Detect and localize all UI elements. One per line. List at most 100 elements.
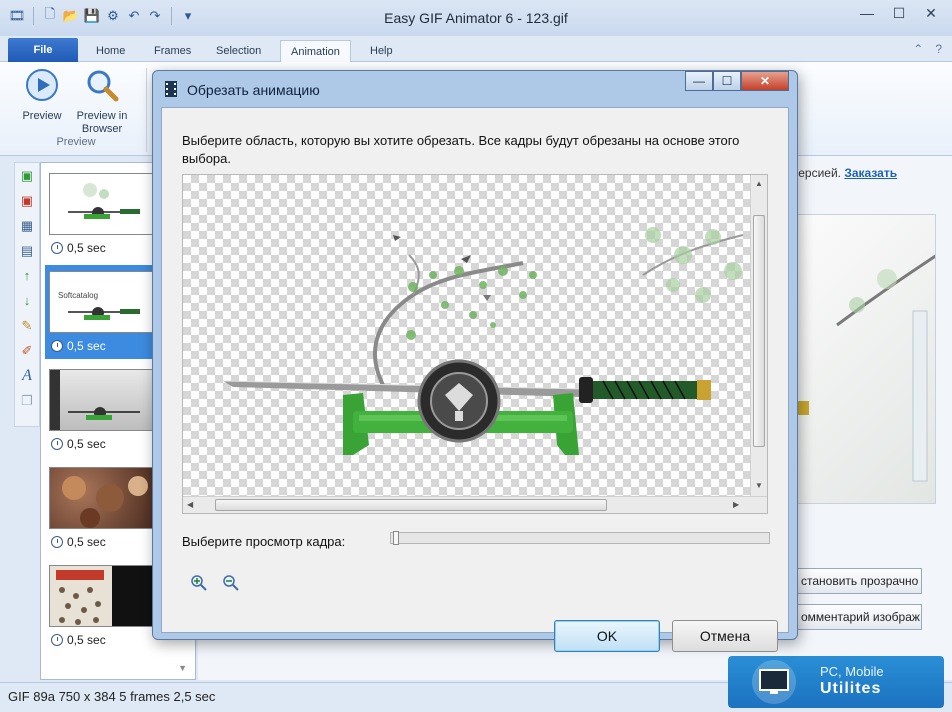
frame-duration-text: 0,5 sec	[67, 241, 106, 255]
watermark-line-1: PC, Mobile	[820, 664, 884, 679]
dialog-window-controls: — ☐ ✕	[685, 71, 789, 91]
title-bar: 🎞 🗋 📂 💾 ⚙ ↶ ↷ ▾ Easy GIF Animator 6 - 12…	[0, 0, 952, 36]
maximize-button[interactable]: ☐	[884, 2, 914, 24]
frame-duration[interactable]: 0,5 sec	[51, 633, 106, 647]
frame-tools-bar: ▣ ▣ ▦ ▤ ↑ ↓ ✎ ✐ A ❐	[14, 162, 40, 427]
frame-thumbnail	[49, 173, 155, 235]
move-up-icon[interactable]: ↑	[15, 263, 39, 288]
frame-duration[interactable]: 0,5 sec	[51, 339, 106, 353]
preview-button[interactable]: Preview	[12, 68, 72, 123]
frame-slider-knob[interactable]	[393, 531, 399, 545]
preview-label: Preview	[22, 110, 62, 122]
play-icon	[26, 69, 58, 101]
duplicate-frame-icon[interactable]: ▤	[15, 238, 39, 263]
edit-frame-icon[interactable]: ✎	[15, 313, 39, 338]
katana-thumbnail-image: Softcatalog	[58, 291, 140, 320]
app-title: Easy GIF Animator 6 - 123.gif	[384, 10, 568, 26]
registration-notice: версией. Заказать	[792, 166, 897, 180]
frame-duration[interactable]: 0,5 sec	[51, 437, 106, 451]
watermark-line-2: Utilites	[820, 680, 882, 697]
animation-preview-image	[796, 214, 936, 504]
zoom-out-icon[interactable]	[222, 574, 240, 592]
canvas-horizontal-scrollbar[interactable]: ◀ ▶	[183, 496, 767, 513]
horizontal-scroll-thumb[interactable]	[215, 499, 607, 511]
insert-frame-icon[interactable]: ▣	[15, 163, 39, 188]
tab-home[interactable]: Home	[86, 40, 135, 62]
scroll-down-arrow-icon[interactable]: ▼	[755, 481, 763, 490]
tab-animation[interactable]: Animation	[280, 40, 351, 62]
layers-icon[interactable]: ❐	[15, 388, 39, 413]
ribbon-help-area: ⌃ ?	[913, 42, 942, 56]
frame-preview-label: Выберите просмотр кадра:	[182, 534, 346, 549]
registration-text: версией.	[792, 166, 842, 180]
frame-item[interactable]: 0,5 sec	[45, 461, 155, 555]
dialog-title-bar: Обрезать анимацию — ☐ ✕	[153, 71, 797, 107]
ribbon-group-label: Preview	[56, 136, 96, 148]
crop-canvas[interactable]: ▲ ▼ ◀ ▶	[182, 174, 768, 514]
frame-thumbnail	[49, 369, 155, 431]
frame-item[interactable]: 0,5 sec	[45, 167, 155, 261]
frame-duration[interactable]: 0,5 sec	[51, 535, 106, 549]
set-transparency-button[interactable]: становить прозрачно	[792, 568, 922, 594]
help-icon[interactable]: ?	[935, 42, 942, 56]
tab-help[interactable]: Help	[360, 40, 403, 62]
delete-frame-icon[interactable]: ▣	[15, 188, 39, 213]
dialog-maximize-button[interactable]: ☐	[713, 71, 741, 91]
frame-preview-slider[interactable]	[390, 531, 770, 545]
frame-duration-text: 0,5 sec	[67, 535, 106, 549]
brush-icon[interactable]: ✐	[15, 338, 39, 363]
dialog-description: Выберите область, которую вы хотите обре…	[182, 133, 740, 166]
film-strip-icon	[165, 81, 177, 97]
dialog-minimize-button[interactable]: —	[685, 71, 713, 91]
preview-branch-image	[797, 254, 935, 482]
watermark-logo: PC, Mobile Utilites	[728, 656, 944, 708]
cancel-button[interactable]: Отмена	[672, 620, 778, 652]
tab-frames[interactable]: Frames	[144, 40, 201, 62]
frame-duration-text: 0,5 sec	[67, 339, 106, 353]
preview-browser-label-1: Preview in	[76, 110, 128, 122]
ok-button[interactable]: OK	[554, 620, 660, 652]
frame-duration[interactable]: 0,5 sec	[51, 241, 106, 255]
tab-selection[interactable]: Selection	[206, 40, 271, 62]
book-cover-image	[50, 566, 112, 626]
collapse-ribbon-icon[interactable]: ⌃	[913, 42, 923, 56]
dialog-close-button[interactable]: ✕	[741, 71, 789, 91]
minimize-button[interactable]: —	[852, 2, 882, 24]
frame-thumbnail	[49, 467, 155, 529]
image-comment-button[interactable]: омментарий изображ	[792, 604, 922, 630]
magnifier-icon	[87, 70, 119, 102]
frame-thumbnail	[49, 565, 155, 627]
katana-thumbnail-image	[68, 183, 140, 219]
status-text: GIF 89a 750 x 384 5 frames 2,5 sec	[8, 689, 216, 704]
dialog-body: Выберите область, которую вы хотите обре…	[161, 107, 789, 652]
frame-item[interactable]: 0,5 sec	[45, 559, 155, 653]
frame-duration-text: 0,5 sec	[67, 633, 106, 647]
vertical-scroll-thumb[interactable]	[753, 215, 765, 447]
window-controls: — ☐ ✕	[852, 2, 946, 24]
frame-caption: Softcatalog	[58, 291, 98, 300]
zoom-in-icon[interactable]	[190, 574, 208, 592]
clock-icon	[51, 340, 63, 352]
scroll-down-arrow-icon[interactable]: ▼	[178, 663, 187, 673]
frame-duration-text: 0,5 sec	[67, 437, 106, 451]
tab-file[interactable]: File	[8, 38, 78, 62]
frame-thumbnail: Softcatalog	[49, 271, 155, 333]
preview-browser-label-2: Browser	[81, 123, 123, 135]
scroll-up-arrow-icon[interactable]: ▲	[755, 179, 763, 188]
move-down-icon[interactable]: ↓	[15, 288, 39, 313]
scroll-right-arrow-icon[interactable]: ▶	[733, 500, 739, 509]
close-button[interactable]: ✕	[916, 2, 946, 24]
preview-in-browser-button[interactable]: Preview in Browser	[72, 68, 132, 136]
dialog-title: Обрезать анимацию	[187, 82, 320, 98]
clock-icon	[51, 242, 63, 254]
clock-icon	[51, 536, 63, 548]
frame-item[interactable]: 0,5 sec	[45, 363, 155, 457]
order-link[interactable]: Заказать	[844, 166, 897, 180]
frame-item-selected[interactable]: Softcatalog 0,5 sec	[45, 265, 155, 359]
film-icon[interactable]: ▦	[15, 213, 39, 238]
text-icon[interactable]: A	[15, 363, 39, 388]
canvas-vertical-scrollbar[interactable]: ▲ ▼	[750, 175, 767, 497]
scroll-left-arrow-icon[interactable]: ◀	[187, 500, 193, 509]
ribbon-divider	[146, 68, 147, 152]
crop-animation-dialog: Обрезать анимацию — ☐ ✕ Выберите область…	[152, 70, 798, 652]
